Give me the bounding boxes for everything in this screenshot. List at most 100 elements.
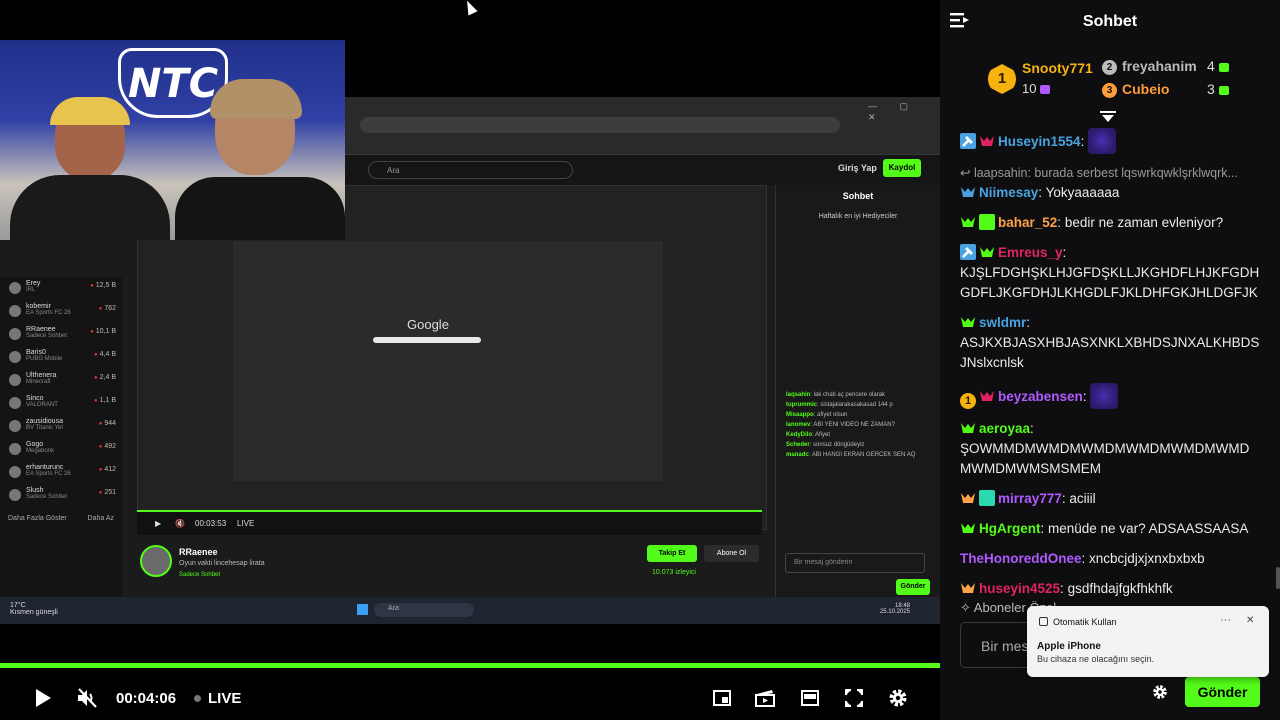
playback-progress-bar[interactable] — [0, 663, 940, 668]
first-count-value: 10 — [1022, 81, 1037, 96]
embedded-time: 00:03:53 — [195, 519, 227, 528]
embedded-sidebar-item: SincoVALORANT1,1 B — [0, 392, 122, 415]
chat-username[interactable]: aeroyaa — [979, 421, 1030, 436]
embedded-chat-line: laqsahin: lak chati aç pencere olarak — [786, 392, 886, 398]
chat-username[interactable]: bahar_52 — [998, 215, 1057, 230]
play-icon[interactable] — [32, 686, 54, 710]
embedded-sidebar-item: SlushSadece Sohbet251 — [0, 484, 122, 507]
gifter-leaderboard[interactable]: 1 Snooty771 10 2 freyahanim 4 3 Cubeio 3 — [940, 50, 1280, 122]
chat-message[interactable]: 1 beyzabensen: — [960, 383, 1260, 409]
embedded-send-button: Gönder — [896, 579, 930, 595]
embedded-window-controls: — ▢ ✕ — [868, 101, 919, 122]
chat-username[interactable]: Emreus_y — [998, 245, 1063, 260]
embedded-chat-line: Scheder: sonsuz döngüdeyiz — [786, 442, 865, 448]
chat-message[interactable]: Huseyin1554: — [960, 128, 1260, 154]
embedded-viewers: 10.073 izleyici — [652, 569, 696, 576]
streamer-right — [175, 79, 345, 240]
gift-icon — [1218, 62, 1229, 72]
founder-badge-icon — [960, 490, 976, 506]
embedded-sidebar-count: 944 — [99, 420, 116, 427]
avatar — [9, 328, 21, 340]
chat-username[interactable]: HgArgent — [979, 521, 1041, 536]
chat-message[interactable]: huseyin4525: gsdfhdajfgkfhkhfk — [960, 579, 1260, 599]
embedded-weather-sub: Kısmen güneşli — [10, 609, 58, 616]
leaderboard-third-name: Cubeio — [1122, 81, 1170, 97]
embedded-play-icon: ▶ — [155, 519, 162, 528]
chat-message[interactable]: bahar_52: bedir ne zaman evleniyor? — [960, 213, 1260, 233]
close-icon[interactable]: ✕ — [1246, 615, 1254, 626]
chat-username[interactable]: beyzabensen — [998, 389, 1083, 404]
chat-settings-gear-icon[interactable] — [1152, 684, 1170, 702]
send-button[interactable]: Gönder — [1185, 677, 1260, 707]
chat-text: ASJKXBJASXHBJASXNKLXBHDSJNXALKHBDSJNslxc… — [960, 335, 1260, 370]
chat-username[interactable]: mirray777 — [998, 491, 1062, 506]
chat-username[interactable]: Huseyin1554 — [998, 134, 1081, 149]
top-gifter-badge-icon: 1 — [960, 393, 976, 409]
embedded-weather-temp: 17°C — [10, 602, 26, 609]
chat-text: KJŞLFDGHŞKLHJGFDŞKLLJKGHDFLHJKFGDHGDFLJK… — [960, 265, 1260, 300]
chat-username[interactable]: huseyin4525 — [979, 581, 1060, 596]
embedded-chat-text: Afiyet — [815, 432, 831, 438]
chat-username[interactable]: TheHonoreddOnee — [960, 551, 1082, 566]
chat-text: gsdfhdajfgkfhkhfk — [1063, 581, 1173, 596]
embedded-address-bar — [360, 117, 840, 133]
embedded-chat-line: Misaappo: afiyet olsun — [786, 412, 848, 418]
clip-icon[interactable] — [754, 686, 776, 710]
embedded-sidebar-item: erhanturuncEA Sports FC 26412 — [0, 461, 122, 484]
chat-message[interactable]: HgArgent: menüde ne var? ADSAASSAASA — [960, 519, 1260, 539]
rank-2-badge: 2 — [1102, 59, 1117, 75]
fullscreen-icon[interactable] — [844, 686, 864, 710]
founder-badge-icon — [960, 520, 976, 536]
embedded-chat-user: tuprummic — [786, 402, 818, 408]
leaderboard-expand-icon[interactable] — [1100, 110, 1120, 124]
theater-mode-icon[interactable] — [800, 686, 820, 710]
chat-messages: Huseyin1554: ↩ laapsahin: burada serbest… — [960, 128, 1260, 609]
chat-username[interactable]: Niimesay — [979, 185, 1038, 200]
live-dot — [194, 695, 201, 702]
embedded-sidebar-count: 4,4 B — [94, 351, 116, 358]
chat-message[interactable]: Niimesay: Yokyaaaaaa — [960, 183, 1260, 203]
chat-message[interactable]: Emreus_y: KJŞLFDGHŞKLHJGFDŞKLLJKGHDFLHJK… — [960, 243, 1260, 303]
mute-icon[interactable] — [75, 686, 99, 710]
chat-message[interactable]: swldmr: ASJKXBJASXHBJASXNKLXBHDSJNXALKHB… — [960, 313, 1260, 373]
embedded-chat-user: lanomev — [786, 422, 811, 428]
embedded-sidebar-name: zausidiousa — [26, 418, 63, 425]
embedded-sidebar-count: 251 — [99, 489, 116, 496]
leaderboard-third[interactable]: 3 Cubeio 3 — [1102, 81, 1229, 98]
embedded-chat-text: ABI HANGI EKRAN GERCEK SEN AQ — [811, 452, 916, 458]
founder-badge-icon — [979, 133, 995, 149]
embedded-chat-text: ABI YENI VIDEO NE ZAMAN? — [813, 422, 895, 428]
embedded-google-searchbar — [373, 337, 481, 343]
player-controls: 00:04:06 LIVE — [0, 676, 940, 720]
chat-separator: : — [1080, 134, 1085, 149]
windows-start-icon — [357, 604, 368, 615]
third-count-value: 3 — [1207, 81, 1215, 97]
more-options-icon[interactable]: ··· — [1220, 614, 1231, 626]
embedded-show-less: Daha Az — [87, 515, 114, 522]
playback-time: 00:04:06 — [116, 690, 177, 707]
embedded-sidebar-name: Ulthenera — [26, 372, 57, 379]
chat-scrollbar[interactable] — [1276, 567, 1280, 589]
avatar — [9, 466, 21, 478]
chat-message[interactable]: mirray777: aciiil — [960, 489, 1260, 509]
reply-preview[interactable]: ↩ laapsahin: burada serbest lqswrkqwklşr… — [960, 164, 1260, 182]
leaderboard-second[interactable]: 2 freyahanim 4 — [1102, 58, 1229, 75]
chat-separator: : — [1030, 421, 1034, 436]
chat-text: Yokyaaaaaa — [1042, 185, 1120, 200]
miniplayer-icon[interactable] — [712, 686, 732, 710]
embedded-sidebar-name: kobemir — [26, 303, 51, 310]
chat-message[interactable]: aeroyaa: ŞOWMMDMWMDMWMDMWMDMWMDMWMDMWMDM… — [960, 419, 1260, 479]
avatar — [9, 397, 21, 409]
leaderboard-third-count: 3 — [1207, 81, 1229, 97]
mouse-cursor-icon — [462, 0, 478, 16]
chat-username[interactable]: swldmr — [979, 315, 1026, 330]
founder-badge-icon — [960, 184, 976, 200]
settings-gear-icon[interactable] — [887, 686, 909, 710]
video-player[interactable]: — ▢ ✕ Ara Giriş Yap Kaydol EreyIRL12,5 B… — [0, 0, 940, 720]
windows-notification[interactable]: Otomatik Kullan ··· ✕ Apple iPhone Bu ci… — [1027, 606, 1269, 677]
embedded-sidebar-item: EreyIRL12,5 B — [0, 277, 122, 300]
live-indicator[interactable]: LIVE — [194, 690, 241, 707]
chat-message[interactable]: TheHonoreddOnee: xncbcjdjxjxnxbxbxb — [960, 549, 1260, 569]
embedded-chat-text: sonsuz döngüdeyiz — [813, 442, 865, 448]
embedded-subscribe-button: Abone Ol — [704, 545, 759, 562]
